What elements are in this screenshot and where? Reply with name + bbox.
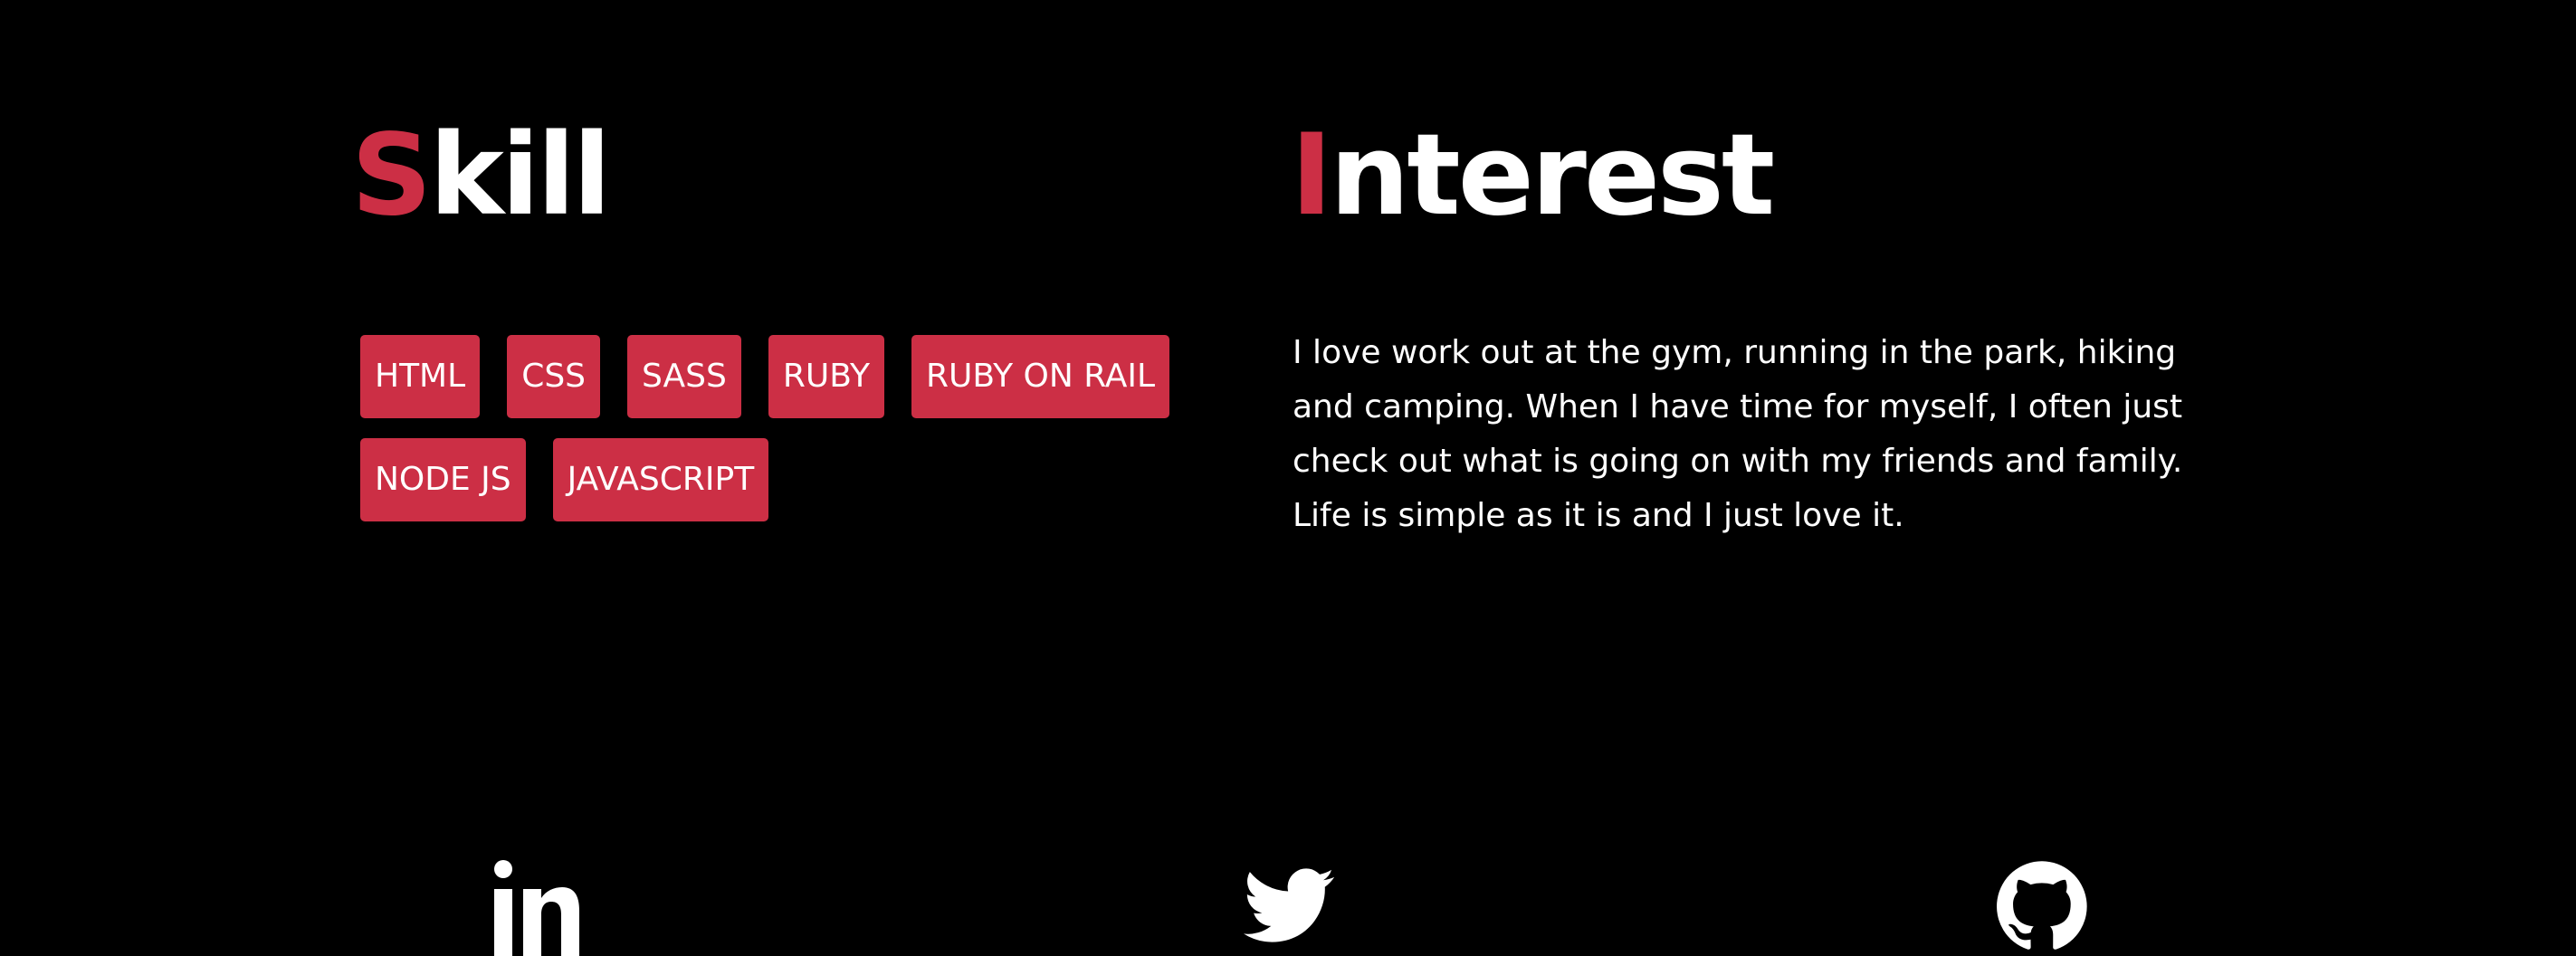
skill-tag-ruby: RUBY [768,335,884,418]
github-link[interactable] [1997,860,2087,956]
twitter-icon [1244,868,1334,942]
linkedin-link[interactable] [489,855,579,956]
skill-tag-html: HTML [360,335,481,418]
skill-tag-javascript: JAVASCRIPT [552,438,769,521]
skill-heading: Skill [351,120,611,232]
skill-tag-sass: SASS [627,335,741,418]
linkedin-icon [494,860,579,956]
skill-heading-initial: S [351,110,432,241]
skill-tag-css: CSS [507,335,601,418]
github-icon [1997,861,2087,950]
skill-tag-node-js: NODE JS [360,438,526,521]
interest-heading-initial: I [1291,110,1332,241]
skill-tags: HTML CSS SASS RUBY RUBY ON RAIL NODE JS … [360,335,1211,541]
twitter-link[interactable] [1242,860,1336,951]
interest-heading: Interest [1291,120,1775,232]
skill-tags-row: NODE JS JAVASCRIPT [360,438,1211,521]
skill-tags-row: HTML CSS SASS RUBY RUBY ON RAIL [360,335,1211,418]
interest-description: I love work out at the gym, running in t… [1293,334,2183,534]
skill-heading-rest: kill [429,110,611,241]
skill-tag-ruby-on-rail: RUBY ON RAIL [911,335,1170,418]
interest-heading-rest: nterest [1330,110,1775,241]
